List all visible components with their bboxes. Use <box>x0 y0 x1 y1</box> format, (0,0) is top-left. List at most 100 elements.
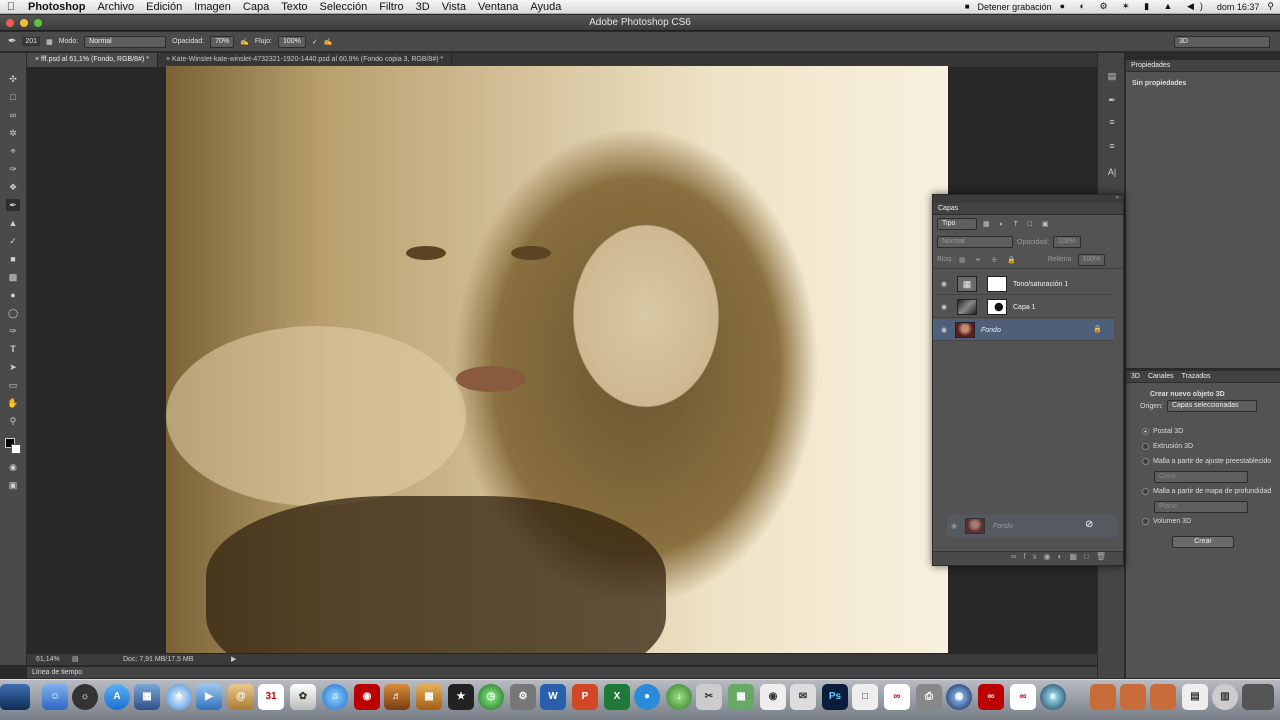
acrobat-icon[interactable]: ∞ <box>884 684 910 710</box>
layer-name-capa1[interactable]: Capa 1 <box>1013 304 1036 311</box>
tab-3d[interactable]: 3D <box>1131 371 1140 382</box>
menu-filtro[interactable]: Filtro <box>373 1 409 13</box>
itunes-icon[interactable]: ♫ <box>322 684 348 710</box>
desktop-thumbnail-icon[interactable] <box>0 684 30 710</box>
layer-filter-select[interactable]: Tipo <box>937 218 977 230</box>
photoshop-icon[interactable]: Ps <box>822 684 848 710</box>
imovie-icon[interactable]: ★ <box>448 684 474 710</box>
spotlight-icon[interactable]: ⚲ <box>1267 1 1274 12</box>
opacity-field[interactable]: 70% <box>210 35 235 48</box>
tab-canales[interactable]: Canales <box>1148 371 1174 382</box>
preset-select[interactable]: Cono <box>1154 471 1248 483</box>
history-brush-icon[interactable]: ✓ <box>6 235 20 247</box>
visibility-eye-icon[interactable]: ◉ <box>941 303 947 311</box>
menu-archivo[interactable]: Archivo <box>91 1 140 13</box>
blur-tool-icon[interactable]: ● <box>6 289 20 301</box>
clock[interactable]: dom 16:37 <box>1217 2 1260 12</box>
panel-collapse-icon[interactable]: » <box>933 195 1123 203</box>
layer-thumbnail[interactable] <box>955 322 975 338</box>
healing-tool-icon[interactable]: ❖ <box>6 181 20 193</box>
brush-presets-icon[interactable]: ✒ <box>1105 95 1119 107</box>
layer-row-capa1[interactable]: ◉ Capa 1 <box>933 296 1114 318</box>
eyedropper-tool-icon[interactable]: ✑ <box>6 163 20 175</box>
finder-folder-icon[interactable]: □ <box>852 684 878 710</box>
document-image[interactable] <box>166 66 948 653</box>
app-store-icon[interactable]: A <box>104 684 130 710</box>
path-select-tool-icon[interactable]: ➤ <box>6 361 20 373</box>
status-icon[interactable]: ▤ <box>72 655 79 663</box>
launchpad-icon[interactable]: ☼ <box>72 684 98 710</box>
zoom-tool-icon[interactable]: ⚲ <box>6 415 20 427</box>
radio-icon[interactable] <box>1142 517 1149 525</box>
option-preset-mesh[interactable]: Malla a partir de ajuste preestablecido <box>1142 454 1280 469</box>
move-tool-icon[interactable]: ✣ <box>6 73 20 85</box>
photo-booth-icon[interactable]: ◉ <box>354 684 380 710</box>
history-panel-icon[interactable]: ▤ <box>1105 71 1119 83</box>
layer-actions-bar[interactable]: ∞fx◉◐▦□🗑 <box>933 551 1123 565</box>
close-window-icon[interactable] <box>6 19 14 27</box>
fill-field[interactable]: 100% <box>1077 253 1106 266</box>
browser-icon[interactable]: e <box>1040 684 1066 710</box>
record-label[interactable]: Detener grabación <box>978 2 1052 12</box>
apple-icon[interactable]:  <box>0 1 22 13</box>
visibility-eye-icon[interactable]: ◉ <box>941 326 947 334</box>
brush-tool-icon[interactable]: ✒ <box>8 36 16 47</box>
acrobat-pro-icon[interactable]: ∞ <box>978 684 1004 710</box>
network-icon[interactable]: ✉ <box>790 684 816 710</box>
type-tool-icon[interactable]: T <box>6 343 20 355</box>
layer-row-hue[interactable]: ◉ ▦ Tono/saturación 1 <box>933 273 1114 295</box>
properties-title[interactable]: Propiedades <box>1131 60 1170 71</box>
menu-app[interactable]: Photoshop <box>22 1 91 13</box>
eraser-tool-icon[interactable]: ■ <box>6 253 20 265</box>
brush-tool-icon[interactable]: ✒ <box>6 199 20 211</box>
preview-icon[interactable]: ▦ <box>134 684 160 710</box>
folder-icon[interactable] <box>1150 684 1176 710</box>
camera-icon[interactable]: ◉ <box>760 684 786 710</box>
zoom-level[interactable]: 61,14% <box>36 656 60 663</box>
layer-opacity-field[interactable]: 100% <box>1052 236 1081 248</box>
word-icon[interactable]: W <box>540 684 566 710</box>
layers-title[interactable]: Capas <box>938 203 958 214</box>
image-capture-icon[interactable]: ▦ <box>728 684 754 710</box>
stamp-tool-icon[interactable]: ▲ <box>6 217 20 229</box>
menu-ventana[interactable]: Ventana <box>472 1 524 13</box>
menu-edicion[interactable]: Edición <box>140 1 188 13</box>
facetime-icon[interactable]: ▶ <box>196 684 222 710</box>
pressure-opacity-icon[interactable]: ✍ <box>240 38 249 46</box>
radio-icon[interactable] <box>1142 457 1149 465</box>
radio-icon[interactable] <box>1142 487 1149 495</box>
dodge-tool-icon[interactable]: ◯ <box>6 307 20 319</box>
radio-icon[interactable] <box>1142 442 1149 450</box>
timeline-label[interactable]: Línea de tiempo <box>32 669 82 676</box>
record-icon[interactable]: ■ <box>965 2 970 11</box>
airbrush-icon[interactable]: ✓ <box>312 38 318 46</box>
excel-icon[interactable]: X <box>604 684 630 710</box>
layer-mask-thumbnail[interactable] <box>987 299 1007 315</box>
system-preferences-icon[interactable]: ⚙ <box>510 684 536 710</box>
menu-ayuda[interactable]: Ayuda <box>524 1 567 13</box>
shape-tool-icon[interactable]: ▭ <box>6 379 20 391</box>
marquee-tool-icon[interactable]: □ <box>6 91 20 103</box>
powerpoint-icon[interactable]: P <box>572 684 598 710</box>
crop-tool-icon[interactable]: ⌖ <box>6 145 20 157</box>
document-stack-icon[interactable]: ▤ <box>1182 684 1208 710</box>
messenger-icon[interactable]: ● <box>634 684 660 710</box>
status-menu-arrow-icon[interactable]: ▶ <box>231 655 236 663</box>
visibility-eye-icon[interactable]: ◉ <box>941 280 947 288</box>
minimize-window-icon[interactable] <box>20 19 28 27</box>
origin-select[interactable]: Capas seleccionadas <box>1166 400 1257 412</box>
quicktime-icon[interactable]: ◉ <box>946 684 972 710</box>
menu-seleccion[interactable]: Selección <box>314 1 374 13</box>
create-button[interactable]: Crear <box>1172 536 1234 548</box>
option-depth-mesh[interactable]: Malla a partir de mapa de profundidad <box>1142 484 1280 499</box>
printer-icon[interactable]: ⎙ <box>916 684 942 710</box>
garageband-icon[interactable]: ♬ <box>384 684 410 710</box>
layer-thumbnail[interactable] <box>957 299 977 315</box>
desktop-preview-icon[interactable] <box>1242 684 1274 710</box>
pen-tool-icon[interactable]: ✑ <box>6 325 20 337</box>
photos-icon[interactable]: ✿ <box>290 684 316 710</box>
radio-icon[interactable] <box>1142 427 1149 435</box>
iphoto-icon[interactable]: ▦ <box>416 684 442 710</box>
tab-trazados[interactable]: Trazados <box>1182 371 1211 382</box>
paragraph-icon[interactable]: ≡ <box>1105 141 1119 153</box>
